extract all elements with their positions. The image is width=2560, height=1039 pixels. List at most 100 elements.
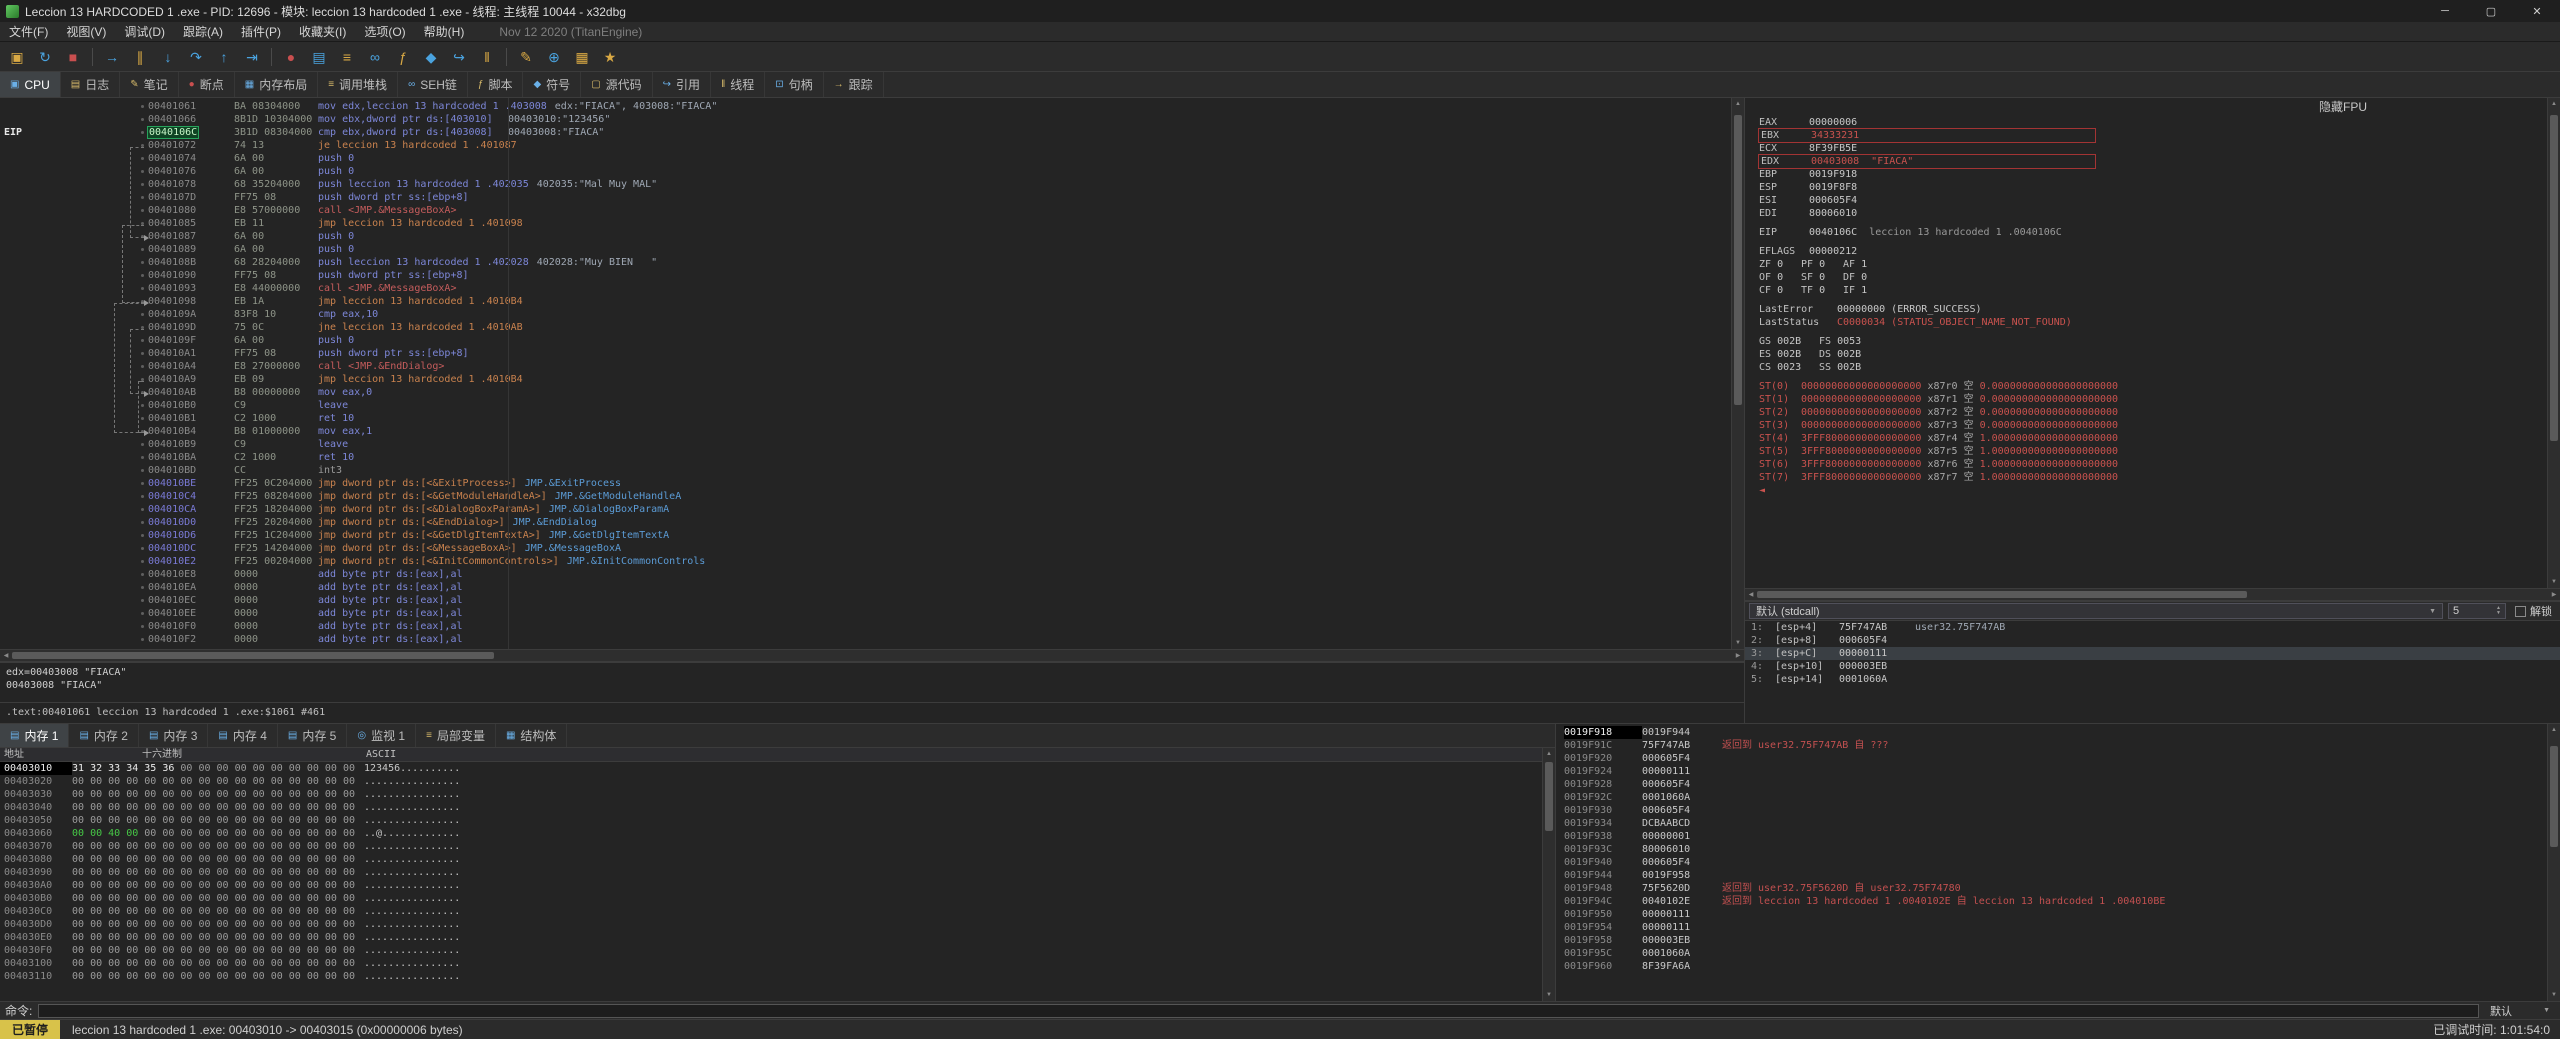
disasm-row[interactable]: 00401066 8B1D 10304000 mov ebx,dword ptr d… <box>0 113 1731 126</box>
stack-row[interactable]: 0019F920 000605F4 <box>1564 752 2547 765</box>
memory-row[interactable]: 00403010 31 32 33 34 35 36 00 00 00 00 00… <box>0 762 1542 775</box>
menu-item[interactable]: 收藏夹(I) <box>290 22 355 41</box>
disasm-row[interactable]: 004010A9 EB 09 jmp leccion 13 hardcoded 1 … <box>0 373 1731 386</box>
scroll-left-icon[interactable]: ◀ <box>0 650 12 661</box>
tab-watch-1[interactable]: ◎ 监视 1 <box>347 724 417 747</box>
flag-item[interactable]: ES 002B <box>1759 348 1819 361</box>
menu-item[interactable]: 调试(D) <box>115 22 174 41</box>
stack-row[interactable]: 0019F944 0019F958 <box>1564 869 2547 882</box>
register-line[interactable]: ST(4) 3FFF8000000000000000 x87r4 空 1.000… <box>1759 432 2547 445</box>
disasm-row[interactable]: 0040106C 3B1D 08304000 cmp ebx,dword ptr d… <box>0 126 1731 139</box>
flag-item[interactable]: SS 002B <box>1819 361 1879 374</box>
tab-call-stack[interactable]: ≡ 调用堆栈 <box>318 72 399 97</box>
memory-vscrollbar[interactable]: ▲ ▼ <box>1542 748 1555 1001</box>
registers-view[interactable]: 隐藏FPU EAX 00000006 EBX 34333231 ECX 8F39FB5E E… <box>1745 98 2547 588</box>
memory-row[interactable]: 00403080 00 00 00 00 00 00 00 00 00 00 00… <box>0 853 1542 866</box>
command-input[interactable] <box>38 1003 2479 1018</box>
stack-row[interactable]: 0019F930 000605F4 <box>1564 804 2547 817</box>
tab-source[interactable]: ▢ 源代码 <box>581 72 653 97</box>
disasm-row[interactable]: 004010A1 FF75 08 push dword ptr ss:[ebp+8] <box>0 347 1731 360</box>
menu-item[interactable]: 文件(F) <box>0 22 57 41</box>
maximize-button[interactable]: ▢ <box>2468 0 2514 22</box>
tab-seh[interactable]: ∞ SEH链 <box>398 72 468 97</box>
disasm-row[interactable]: 004010DC FF25 14204000 jmp dword ptr ds:[<… <box>0 542 1731 555</box>
scroll-down-icon[interactable]: ▼ <box>2548 576 2560 588</box>
menu-item[interactable]: 视图(V) <box>57 22 115 41</box>
stack-row[interactable]: 0019F940 000605F4 <box>1564 856 2547 869</box>
scroll-left-icon[interactable]: ◀ <box>1745 589 1757 600</box>
register-line[interactable]: ST(2) 00000000000000000000 x87r2 空 0.000… <box>1759 406 2547 419</box>
disasm-row[interactable]: 004010BA C2 1000 ret 10 <box>0 451 1731 464</box>
disasm-hscrollbar[interactable]: ◀ ▶ <box>0 649 1744 662</box>
register-line[interactable]: ECX 8F39FB5E <box>1759 142 2547 155</box>
disasm-row[interactable]: 0040109F 6A 00 push 0 <box>0 334 1731 347</box>
disasm-row[interactable]: 004010BE FF25 0C204000 jmp dword ptr ds:[<… <box>0 477 1731 490</box>
tab-trace[interactable]: → 跟踪 <box>824 72 884 97</box>
register-line[interactable]: ST(1) 00000000000000000000 x87r1 空 0.000… <box>1759 393 2547 406</box>
scroll-thumb[interactable] <box>1545 762 1553 831</box>
calling-convention-select[interactable]: 默认 (stdcall) ▼ <box>1749 603 2443 619</box>
disasm-row[interactable]: 00401087 6A 00 push 0 <box>0 230 1731 243</box>
scroll-thumb[interactable] <box>2550 114 2558 441</box>
scroll-thumb[interactable] <box>1757 591 2248 598</box>
disasm-row[interactable]: 004010D6 FF25 1C204000 jmp dword ptr ds:[<… <box>0 529 1731 542</box>
stack-row[interactable]: 0019F918 0019F944 <box>1564 726 2547 739</box>
restart-button[interactable]: ↻ <box>32 45 58 69</box>
argument-row[interactable]: 4: [esp+10] 000003EB <box>1745 660 2560 673</box>
registers-hscrollbar[interactable]: ◀ ▶ <box>1745 588 2560 601</box>
stack-row[interactable]: 0019F950 00000111 <box>1564 908 2547 921</box>
scroll-right-icon[interactable]: ▶ <box>2548 589 2560 600</box>
flag-item[interactable]: SF 0 <box>1801 271 1843 284</box>
tab-notes[interactable]: ✎ 笔记 <box>120 72 179 97</box>
seh-chain-button[interactable]: ∞ <box>362 45 388 69</box>
stack-row[interactable]: 0019F958 000003EB <box>1564 934 2547 947</box>
close-button[interactable]: ✕ <box>2514 0 2560 22</box>
favourites-button[interactable]: ★ <box>597 45 623 69</box>
scroll-up-icon[interactable]: ▲ <box>1543 748 1555 760</box>
disasm-row[interactable]: 004010E2 FF25 00204000 jmp dword ptr ds:[<… <box>0 555 1731 568</box>
stack-row[interactable]: 0019F960 8F39FA6A <box>1564 960 2547 973</box>
scroll-up-icon[interactable]: ▲ <box>2548 724 2560 736</box>
argument-count-spinner[interactable]: 5 ▲ ▼ <box>2448 603 2506 619</box>
register-line[interactable]: ES 002B DS 002B <box>1759 348 2547 361</box>
register-line[interactable]: EDI 80006010 <box>1759 207 2547 220</box>
disasm-row[interactable]: 004010EE 0000 add byte ptr ds:[eax],al <box>0 607 1731 620</box>
step-into-button[interactable]: ↓ <box>155 45 181 69</box>
disasm-row[interactable]: 004010BD CC int3 <box>0 464 1731 477</box>
open-file-button[interactable]: ▣ <box>4 45 30 69</box>
tab-memory-map[interactable]: ▦ 内存布局 <box>235 72 319 97</box>
register-line[interactable]: ESP 0019F8F8 <box>1759 181 2547 194</box>
memory-row[interactable]: 00403110 00 00 00 00 00 00 00 00 00 00 00… <box>0 970 1542 983</box>
disasm-row[interactable]: 004010F2 0000 add byte ptr ds:[eax],al <box>0 633 1731 646</box>
memory-row[interactable]: 004030D0 00 00 00 00 00 00 00 00 00 00 00… <box>0 918 1542 931</box>
memory-row[interactable]: 004030E0 00 00 00 00 00 00 00 00 00 00 00… <box>0 931 1542 944</box>
scroll-down-icon[interactable]: ▼ <box>1543 989 1555 1001</box>
disasm-row[interactable]: 0040108B 68 28204000 push leccion 13 hardc… <box>0 256 1731 269</box>
tab-dump-3[interactable]: ▤ 内存 3 <box>139 724 209 747</box>
references-button[interactable]: ↪ <box>446 45 472 69</box>
stack-vscrollbar[interactable]: ▲ ▼ <box>2547 724 2560 1001</box>
memory-row[interactable]: 00403030 00 00 00 00 00 00 00 00 00 00 00… <box>0 788 1542 801</box>
memory-row[interactable]: 00403060 00 00 40 00 00 00 00 00 00 00 00… <box>0 827 1542 840</box>
symbols-button[interactable]: ◆ <box>418 45 444 69</box>
stack-row[interactable]: 0019F95C 0001060A <box>1564 947 2547 960</box>
calculator-button[interactable]: ▦ <box>569 45 595 69</box>
stack-row[interactable]: 0019F93C 80006010 <box>1564 843 2547 856</box>
disasm-row[interactable]: 004010B9 C9 leave <box>0 438 1731 451</box>
tab-dump-4[interactable]: ▤ 内存 4 <box>208 724 278 747</box>
disasm-row[interactable]: 00401080 E8 57000000 call <JMP.&MessageBox… <box>0 204 1731 217</box>
register-line[interactable]: ST(7) 3FFF8000000000000000 x87r7 空 1.000… <box>1759 471 2547 484</box>
flag-item[interactable]: ZF 0 <box>1759 258 1801 271</box>
disasm-row[interactable]: 0040109A 83F8 10 cmp eax,10 <box>0 308 1731 321</box>
patch-button[interactable]: ✎ <box>513 45 539 69</box>
memory-row[interactable]: 004030B0 00 00 00 00 00 00 00 00 00 00 00… <box>0 892 1542 905</box>
stack-row[interactable]: 0019F938 00000001 <box>1564 830 2547 843</box>
scroll-right-icon[interactable]: ▶ <box>1732 650 1744 661</box>
register-line[interactable]: EAX 00000006 <box>1759 116 2547 129</box>
script-button[interactable]: ƒ <box>390 45 416 69</box>
memory-row[interactable]: 00403050 00 00 00 00 00 00 00 00 00 00 00… <box>0 814 1542 827</box>
spinner-arrows-icon[interactable]: ▲ ▼ <box>2496 606 2501 616</box>
flag-item[interactable]: DF 0 <box>1843 271 1885 284</box>
disasm-row[interactable]: 004010CA FF25 18204000 jmp dword ptr ds:[<… <box>0 503 1731 516</box>
register-line[interactable]: ST(6) 3FFF8000000000000000 x87r6 空 1.000… <box>1759 458 2547 471</box>
